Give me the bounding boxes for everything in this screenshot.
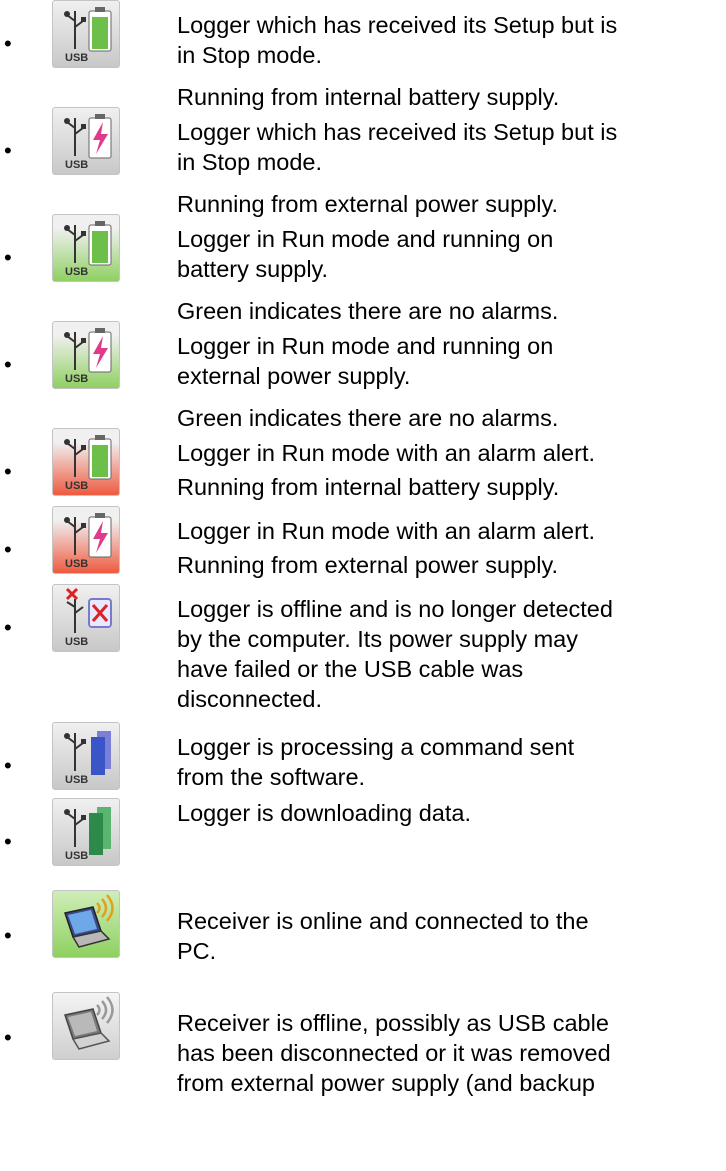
usb-logger-external-power-stop-icon: USB xyxy=(52,107,120,175)
bullet: • xyxy=(4,923,12,948)
bullet: • xyxy=(4,1025,12,1050)
usb-logger-offline-icon: USB xyxy=(52,584,120,652)
usb-logger-battery-alarm-icon: USB xyxy=(52,428,120,496)
bullet: • xyxy=(4,138,12,163)
item-description: Receiver is offline, possibly as USB cab… xyxy=(177,1010,611,1096)
svg-text:USB: USB xyxy=(65,480,88,492)
svg-text:USB: USB xyxy=(65,266,88,278)
item-description: Logger which has received its Setup but … xyxy=(177,117,726,219)
item-subtext: Green indicates there are no alarms. xyxy=(177,298,559,324)
bullet: • xyxy=(4,615,12,640)
item-description: Logger which has received its Setup but … xyxy=(177,10,726,112)
svg-text:USB: USB xyxy=(65,159,88,171)
item-description: Logger is offline and is no longer detec… xyxy=(177,596,613,712)
bullet: • xyxy=(4,459,12,484)
item-description: Logger in Run mode and running on batter… xyxy=(177,224,726,326)
usb-logger-external-power-alarm-icon: USB xyxy=(52,506,120,574)
item-description: Logger in Run mode with an alarm alert. … xyxy=(177,438,726,502)
svg-text:USB: USB xyxy=(65,373,88,385)
item-subtext: Running from external power supply. xyxy=(177,191,558,217)
item-description: Logger is processing a command sent from… xyxy=(177,734,575,790)
usb-logger-battery-stop-icon: USB xyxy=(52,0,120,68)
item-description: Logger in Run mode and running on extern… xyxy=(177,331,726,433)
svg-text:USB: USB xyxy=(65,774,88,786)
usb-logger-processing-icon: USB xyxy=(52,722,120,790)
item-description: Logger is downloading data. xyxy=(177,800,471,826)
item-subtext: Green indicates there are no alarms. xyxy=(177,405,559,431)
item-description: Receiver is online and connected to the … xyxy=(177,908,589,964)
receiver-online-laptop-icon xyxy=(52,890,120,958)
usb-logger-external-power-run-icon: USB xyxy=(52,321,120,389)
item-subtext: Running from internal battery supply. xyxy=(177,84,560,110)
svg-text:USB: USB xyxy=(65,636,88,648)
svg-text:USB: USB xyxy=(65,52,88,64)
bullet: • xyxy=(4,245,12,270)
usb-logger-battery-run-icon: USB xyxy=(52,214,120,282)
svg-text:USB: USB xyxy=(65,558,88,570)
bullet: • xyxy=(4,829,12,854)
item-description: Logger in Run mode with an alarm alert. … xyxy=(177,516,726,580)
bullet: • xyxy=(4,537,12,562)
bullet: • xyxy=(4,31,12,56)
bullet: • xyxy=(4,753,12,778)
svg-text:USB: USB xyxy=(65,850,88,862)
status-icon-legend-list: • USB Logger which has received its Setu… xyxy=(0,0,726,1171)
item-subtext: Running from internal battery supply. xyxy=(177,474,560,500)
bullet: • xyxy=(4,352,12,377)
usb-logger-downloading-icon: USB xyxy=(52,798,120,866)
item-subtext: Running from external power supply. xyxy=(177,552,558,578)
receiver-offline-laptop-icon xyxy=(52,992,120,1060)
